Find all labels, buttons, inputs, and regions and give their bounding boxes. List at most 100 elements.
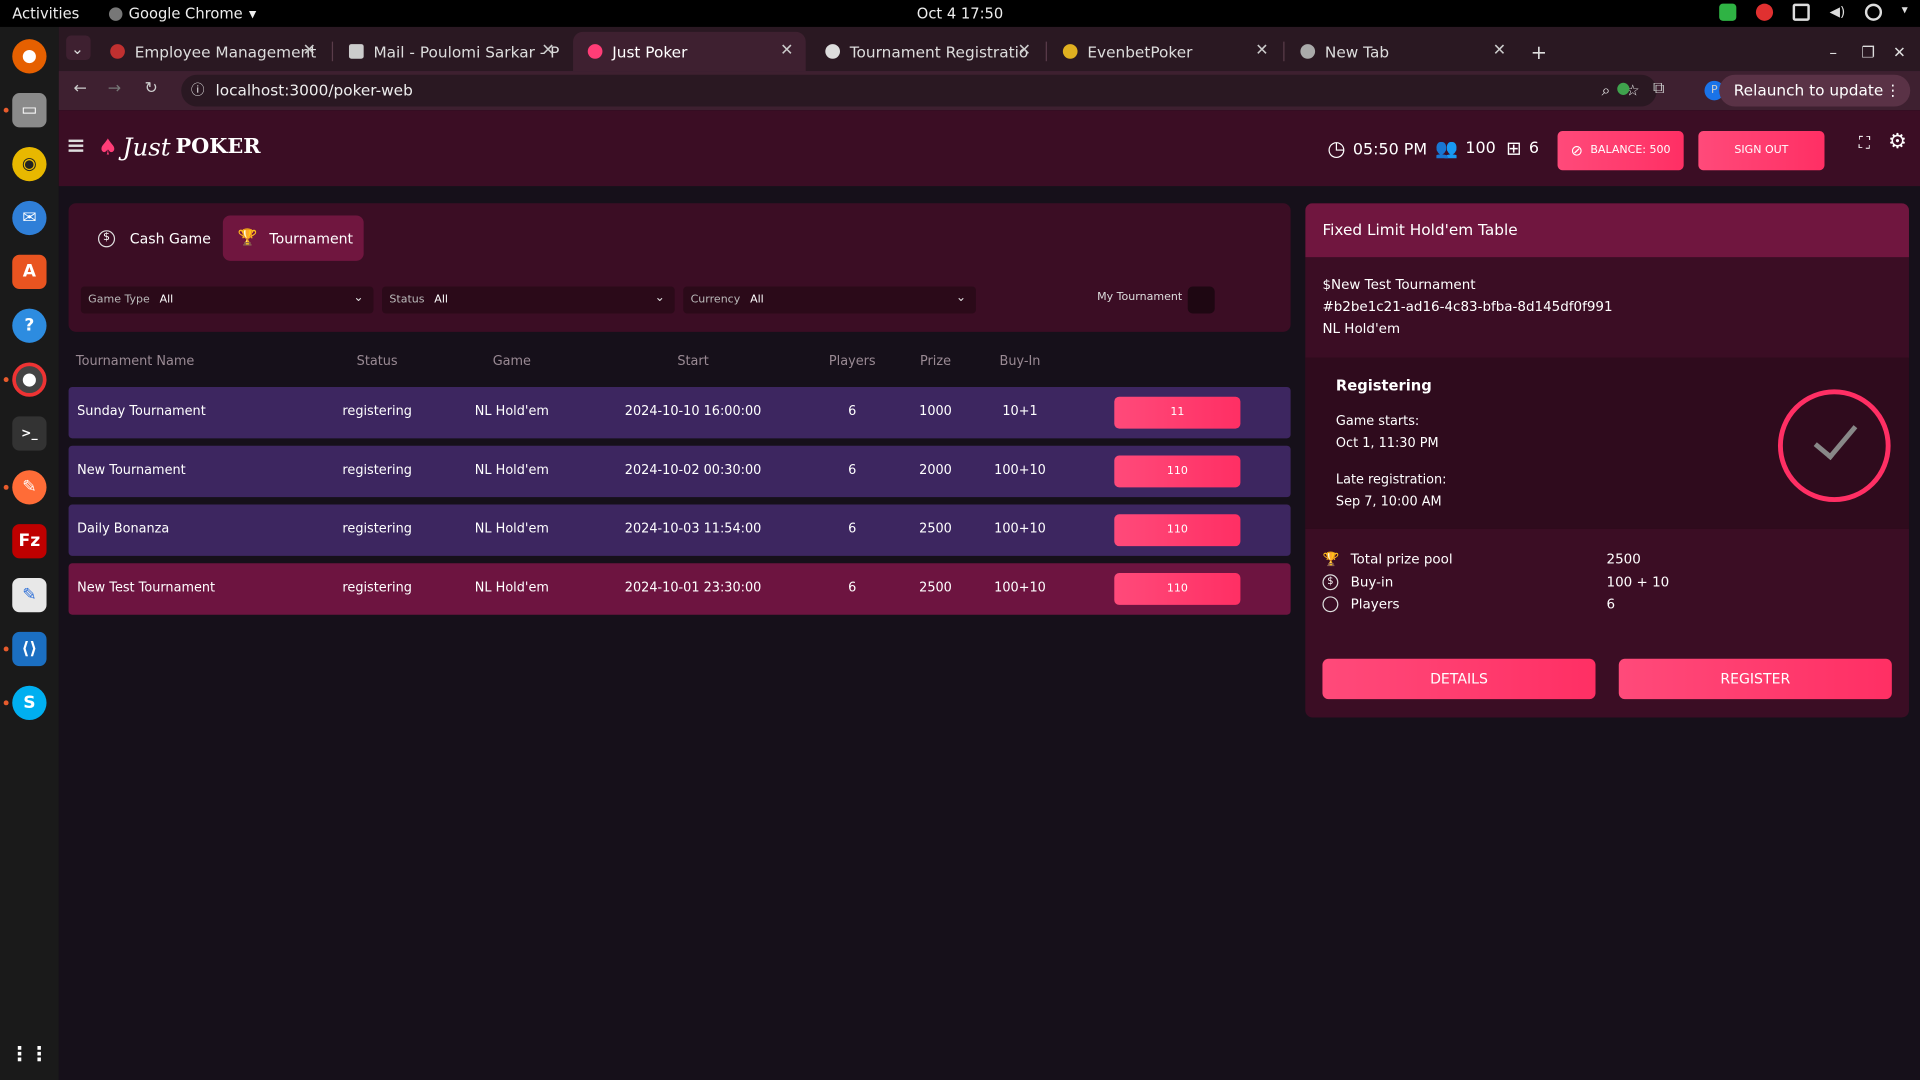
col-buyin[interactable]: Buy-In [1000, 354, 1041, 369]
browser-tab[interactable]: EvenbetPoker ✕ [1048, 32, 1281, 71]
detail-title: Fixed Limit Hold'em Table [1305, 203, 1909, 258]
buy-in-button[interactable]: 110 [1114, 455, 1241, 488]
close-tab-icon[interactable]: ✕ [1018, 42, 1031, 60]
tournament-start: 2024-10-10 16:00:00 [624, 404, 762, 419]
tab-search-button[interactable]: ⌄ [66, 35, 91, 61]
currency-select[interactable]: Currency All ⌄ [683, 286, 976, 314]
justpoker-logo[interactable]: ♠ Just POKER [98, 132, 261, 161]
close-tab-icon[interactable]: ✕ [541, 42, 554, 60]
buy-in-button[interactable]: 110 [1114, 514, 1241, 547]
system-clock[interactable]: Oct 4 17:50 [0, 5, 1920, 22]
tab-favicon-icon [110, 44, 125, 59]
postman-icon[interactable]: ✎ [12, 470, 47, 505]
tab-cash-game[interactable]: $ Cash Game [78, 216, 222, 261]
register-button[interactable]: REGISTER [1618, 658, 1892, 700]
table-row[interactable]: Daily Bonanza registering NL Hold'em 202… [68, 504, 1291, 556]
extensions-puzzle-icon[interactable]: ⧉ [1653, 80, 1664, 98]
late-registration-label: Late registration: [1335, 472, 1447, 488]
col-players[interactable]: Players [829, 354, 876, 369]
buy-in-label: Buy-in [1350, 574, 1394, 591]
rhythmbox-icon[interactable]: ◉ [12, 146, 47, 182]
fullscreen-icon[interactable]: ⛶ [1859, 135, 1870, 153]
vscode-icon[interactable]: ⟨⟩ [12, 631, 47, 667]
tab-title: New Tab [1324, 42, 1390, 61]
terminal-icon[interactable]: >_ [12, 416, 47, 451]
late-registration-value: Sep 7, 10:00 AM [1335, 494, 1442, 510]
game-type-select[interactable]: Game Type All ⌄ [80, 286, 374, 314]
filezilla-icon[interactable]: Fz [12, 524, 47, 559]
skype-icon[interactable]: S [12, 685, 47, 721]
files-icon[interactable]: ▭ [12, 93, 47, 128]
show-apps-icon[interactable]: ⋮⋮ [10, 1036, 49, 1070]
close-tab-icon[interactable]: ✕ [303, 42, 316, 60]
details-button[interactable]: DETAILS [1322, 658, 1596, 700]
close-window-icon[interactable]: ✕ [1888, 32, 1912, 71]
tournament-buyin: 100+10 [994, 580, 1046, 596]
text-editor-icon[interactable]: ✎ [12, 577, 47, 613]
reload-icon[interactable]: ↻ [144, 80, 157, 98]
site-info-icon[interactable]: ⓘ [191, 75, 204, 107]
firefox-icon[interactable]: ● [12, 39, 47, 74]
gear-icon[interactable]: ⚙ [1888, 130, 1907, 154]
tab-tournament[interactable]: 🏆 Tournament [222, 215, 364, 261]
forward-icon[interactable]: → [108, 80, 121, 98]
balance-button[interactable]: ⊘ BALANCE: 500 [1557, 131, 1684, 171]
col-game[interactable]: Game [493, 354, 531, 369]
system-tray[interactable]: ◀) ▾ [1719, 3, 1908, 21]
buy-in-button[interactable]: 11 [1114, 396, 1241, 429]
tournament-start: 2024-10-02 00:30:00 [624, 462, 762, 478]
zoom-icon[interactable]: ⌕ [1602, 75, 1611, 107]
tournament-prize: 2000 [919, 462, 952, 478]
my-tournament-toggle[interactable] [1187, 286, 1215, 314]
chevron-down-icon: ⌄ [654, 291, 665, 305]
logo-script: Just [122, 132, 171, 162]
chevron-down-icon: ⌄ [353, 291, 364, 305]
relaunch-label: Relaunch to update [1733, 80, 1884, 100]
thunderbird-icon[interactable]: ✉ [12, 200, 47, 236]
back-icon[interactable]: ← [73, 80, 86, 98]
tournament-prize: 1000 [919, 404, 952, 419]
online-players: 👥 100 [1435, 137, 1496, 159]
close-tab-icon[interactable]: ✕ [780, 42, 793, 60]
menu-icon[interactable] [68, 139, 84, 152]
close-tab-icon[interactable]: ✕ [1255, 42, 1268, 60]
maximize-window-icon[interactable]: ❐ [1856, 32, 1880, 71]
tournament-buyin: 100+10 [994, 521, 1046, 537]
tournament-name: New Test Tournament [77, 580, 216, 596]
status-select[interactable]: Status All ⌄ [382, 286, 675, 314]
col-name[interactable]: Tournament Name [76, 354, 194, 369]
close-tab-icon[interactable]: ✕ [1493, 42, 1506, 60]
minimize-window-icon[interactable]: – [1824, 32, 1848, 71]
browser-tab[interactable]: Mail - Poulomi Sarkar - P ✕ [334, 32, 567, 71]
help-icon[interactable]: ? [12, 308, 47, 343]
col-prize[interactable]: Prize [920, 354, 951, 369]
browser-tab[interactable]: New Tab ✕ [1286, 32, 1519, 71]
table-row[interactable]: New Tournament registering NL Hold'em 20… [68, 445, 1291, 498]
table-row-selected[interactable]: New Test Tournament registering NL Hold'… [68, 563, 1291, 615]
currency-label: Currency [690, 293, 741, 307]
buy-in-button[interactable]: 110 [1114, 573, 1241, 605]
browser-tab[interactable]: Employee Management ✕ [96, 32, 329, 71]
app-center-icon[interactable]: A [12, 254, 47, 289]
trophy-icon: 🏆 [1322, 551, 1340, 567]
status-value: All [434, 293, 448, 307]
sign-out-button[interactable]: SIGN OUT [1698, 131, 1825, 171]
tournament-game: NL Hold'em [474, 404, 549, 419]
browser-tab[interactable]: Tournament Registratio ✕ [811, 32, 1044, 71]
chrome-icon[interactable]: ● [12, 362, 47, 397]
col-start[interactable]: Start [677, 354, 708, 369]
relaunch-button[interactable]: Relaunch to update ⋮ [1719, 74, 1911, 107]
col-status[interactable]: Status [357, 354, 398, 369]
players-count: 100 [1465, 138, 1496, 158]
tournament-start: 2024-10-03 11:54:00 [624, 521, 762, 537]
tournament-name: Daily Bonanza [77, 521, 170, 537]
new-tab-button[interactable]: + [1523, 32, 1552, 71]
browser-tab-active[interactable]: Just Poker ✕ [573, 31, 806, 72]
extension-icon[interactable]: ● [1616, 80, 1630, 98]
detail-tournament-id: #b2be1c21-ad16-4c83-bfba-8d145df0f991 [1322, 298, 1613, 315]
table-row[interactable]: Sunday Tournament registering NL Hold'em… [68, 386, 1291, 439]
tab-divider [1045, 41, 1047, 62]
more-menu-icon[interactable]: ⋮ [1885, 75, 1900, 107]
tournament-name: Sunday Tournament [77, 404, 206, 419]
address-bar[interactable]: ⓘ localhost:3000/poker-web ⌕ ☆ [181, 74, 1657, 107]
